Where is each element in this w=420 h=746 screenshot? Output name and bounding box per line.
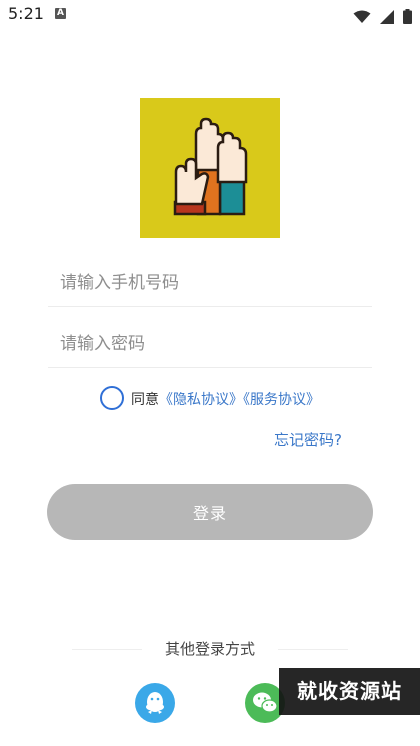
watermark-overlay: 就收资源站 xyxy=(279,668,420,715)
divider-right xyxy=(278,649,348,650)
qq-login-button[interactable] xyxy=(135,683,175,723)
login-button[interactable]: 登录 xyxy=(47,484,373,540)
raised-hands-logo-icon xyxy=(173,117,248,216)
agreement-prefix: 同意 xyxy=(131,392,159,408)
wifi-icon xyxy=(353,10,371,23)
service-agreement-link[interactable]: 《服务协议》 xyxy=(243,392,320,408)
privacy-policy-link[interactable]: 《隐私协议》 xyxy=(159,392,243,408)
agreement-text: 同意《隐私协议》《服务协议》 xyxy=(131,389,320,409)
password-input[interactable] xyxy=(48,321,372,367)
password-field[interactable] xyxy=(48,321,372,368)
app-logo xyxy=(140,98,280,238)
status-bar: 5:21 A xyxy=(0,0,420,28)
forgot-password-link[interactable]: 忘记密码? xyxy=(274,429,342,450)
status-icons xyxy=(349,6,412,24)
qq-icon xyxy=(146,692,164,714)
notification-a-icon: A xyxy=(55,8,66,19)
signal-icon xyxy=(379,9,394,24)
status-time: 5:21 xyxy=(8,4,44,23)
battery-icon xyxy=(403,9,412,24)
phone-field[interactable] xyxy=(48,260,372,307)
other-login-section: 其他登录方式 xyxy=(72,638,348,662)
agreement-radio[interactable] xyxy=(100,386,124,410)
phone-input[interactable] xyxy=(48,260,372,306)
